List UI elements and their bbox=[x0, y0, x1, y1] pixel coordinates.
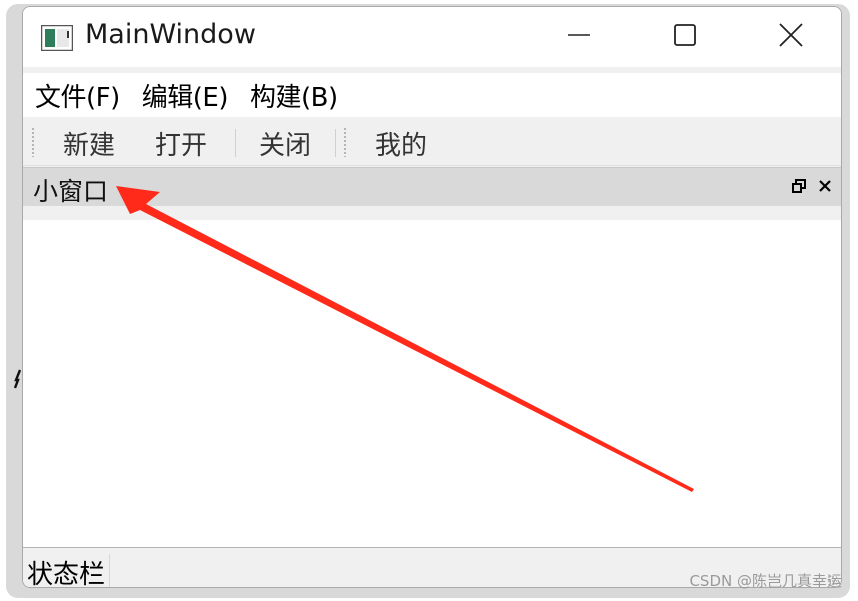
toolbar-mine-button[interactable]: 我的 bbox=[375, 125, 427, 162]
toolbar-separator bbox=[335, 129, 336, 157]
toolbar-open-button[interactable]: 打开 bbox=[155, 125, 207, 162]
toolbar-grip-handle[interactable] bbox=[343, 127, 347, 157]
minimize-button[interactable] bbox=[549, 15, 609, 59]
title-bar[interactable]: MainWindow bbox=[23, 7, 841, 67]
app-window-icon bbox=[40, 24, 74, 52]
edge-artifact-mark bbox=[13, 368, 22, 395]
window-title: MainWindow bbox=[85, 19, 256, 50]
toolbar-grip-handle[interactable] bbox=[31, 127, 35, 157]
toolbar-close-button[interactable]: 关闭 bbox=[259, 125, 311, 162]
menu-edit[interactable]: 编辑(E) bbox=[142, 77, 229, 114]
minimize-icon bbox=[567, 23, 591, 51]
watermark-text: CSDN @陈岂几真幸运 bbox=[689, 572, 842, 590]
maximize-button[interactable] bbox=[655, 15, 715, 59]
toolbar-new-button[interactable]: 新建 bbox=[63, 125, 115, 162]
dock-widget-title-bar[interactable]: 小窗口 bbox=[23, 167, 841, 207]
close-icon bbox=[778, 22, 804, 52]
dock-widget-title: 小窗口 bbox=[33, 177, 109, 206]
menu-file[interactable]: 文件(F) bbox=[35, 77, 120, 114]
menu-build[interactable]: 构建(B) bbox=[250, 77, 338, 114]
toolbar-separator bbox=[235, 129, 236, 157]
main-window: MainWindow 文件(F) 编辑(E) 构建(B) 新建 打开 关闭 我的… bbox=[22, 6, 842, 588]
dock-widget-content bbox=[23, 206, 841, 220]
close-button[interactable] bbox=[761, 15, 821, 59]
central-widget bbox=[23, 220, 841, 548]
status-bar-label: 状态栏 bbox=[27, 554, 111, 587]
maximize-icon bbox=[673, 23, 697, 51]
float-icon[interactable] bbox=[791, 178, 807, 194]
screenshot-stage: MainWindow 文件(F) 编辑(E) 构建(B) 新建 打开 关闭 我的… bbox=[0, 0, 858, 601]
tool-bar: 新建 打开 关闭 我的 bbox=[23, 119, 841, 166]
dock-close-icon[interactable] bbox=[817, 178, 833, 194]
menu-bar: 文件(F) 编辑(E) 构建(B) bbox=[23, 73, 841, 117]
